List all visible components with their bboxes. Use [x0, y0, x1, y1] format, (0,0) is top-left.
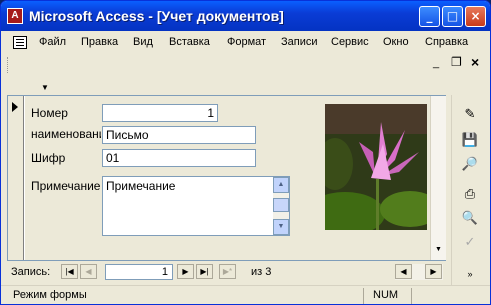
previous-record-icon[interactable]: ◀ [80, 264, 97, 279]
access-app-icon[interactable]: A [7, 8, 23, 24]
number-field[interactable]: 1 [102, 104, 218, 122]
status-separator [363, 288, 364, 304]
form-menu-icon[interactable] [13, 36, 27, 49]
record-selector[interactable] [8, 96, 24, 260]
doc-restore-button[interactable]: ❐ [451, 55, 462, 69]
name-label: наименовани [31, 127, 101, 141]
note-field[interactable]: Примечание ▲ ▼ [102, 176, 290, 236]
current-record-arrow-icon [12, 102, 18, 112]
menu-tools[interactable]: Сервис [331, 36, 369, 48]
menu-file[interactable]: Файл [39, 36, 66, 48]
note-scroll-down-icon[interactable]: ▼ [273, 219, 289, 235]
scroll-left-icon[interactable]: ◀ [395, 264, 412, 279]
minimize-button[interactable]: _ [419, 6, 440, 27]
form-detail: Номер 1 наименовани Письмо Шифр 01 Приме… [25, 96, 430, 260]
access-window: A Microsoft Access - [Учет документов] _… [0, 0, 491, 305]
last-record-icon[interactable]: ▶| [196, 264, 213, 279]
status-separator [411, 288, 412, 304]
close-button[interactable]: × [465, 6, 486, 27]
note-scrollbar[interactable]: ▲ ▼ [273, 177, 289, 235]
menu-window[interactable]: Окно [383, 36, 409, 48]
scroll-right-icon[interactable]: ▶ [425, 264, 442, 279]
window-title: Microsoft Access - [Учет документов] [29, 8, 284, 24]
right-toolbar: ✎ 💾 🔎 ⎙ 🔍 ✓ » [451, 95, 488, 287]
print-icon[interactable]: ⎙ [458, 183, 482, 205]
form-area: Номер 1 наименовани Письмо Шифр 01 Приме… [7, 95, 446, 261]
number-label: Номер [31, 106, 68, 120]
note-text: Примечание [106, 179, 176, 193]
doc-minimize-button[interactable]: _ [433, 57, 439, 69]
save-icon[interactable]: 💾 [458, 129, 482, 151]
record-count-label: из 3 [251, 266, 271, 278]
status-num: NUM [373, 289, 399, 301]
note-scroll-thumb[interactable] [273, 198, 289, 212]
record-label: Запись: [11, 266, 51, 278]
menu-help[interactable]: Справка [425, 36, 468, 48]
title-bar[interactable]: A Microsoft Access - [Учет документов] _… [1, 1, 490, 31]
first-record-icon[interactable]: |◀ [61, 264, 78, 279]
menu-bar: Файл Правка Вид Вставка Формат Записи Се… [5, 33, 488, 53]
form-scroll-down-icon[interactable]: ▼ [435, 246, 442, 253]
doc-close-button[interactable]: × [471, 54, 479, 70]
name-field[interactable]: Письмо [102, 126, 256, 144]
toolbar-row: ▼ _ ❐ × [5, 54, 488, 95]
flower-photo [325, 104, 427, 230]
total-records: 3 [265, 266, 272, 278]
new-record-icon[interactable]: ▶* [219, 264, 236, 279]
menu-insert[interactable]: Вставка [169, 36, 210, 48]
current-record-field[interactable]: 1 [105, 264, 173, 280]
menu-view[interactable]: Вид [133, 36, 153, 48]
code-label: Шифр [31, 151, 66, 165]
note-label: Примечание [31, 179, 101, 193]
more-icon[interactable]: » [458, 263, 482, 285]
next-record-icon[interactable]: ▶ [177, 264, 194, 279]
status-mode: Режим формы [13, 289, 87, 301]
horizontal-scrollbar[interactable]: ◀ ▶ [395, 264, 443, 280]
search-table-icon[interactable]: 🔎 [458, 153, 482, 175]
menu-edit[interactable]: Правка [81, 36, 118, 48]
code-field[interactable]: 01 [102, 149, 256, 167]
form-scrollbar[interactable]: ▼ [430, 96, 446, 260]
maximize-button[interactable]: □ [442, 6, 463, 27]
spelling-icon[interactable]: ✓ [458, 231, 482, 253]
toolbar-grip[interactable] [7, 57, 10, 73]
edit-pencil-icon[interactable]: ✎ [458, 103, 482, 125]
toolbar-options-icon[interactable]: ▼ [41, 83, 49, 92]
of-text: из [251, 266, 263, 278]
print-preview-icon[interactable]: 🔍 [458, 207, 482, 229]
record-navigation-bar: Запись: |◀ ◀ 1 ▶ ▶| ▶* из 3 ◀ ▶ [7, 263, 446, 281]
note-scroll-up-icon[interactable]: ▲ [273, 177, 289, 193]
status-bar: Режим формы NUM [1, 285, 490, 304]
menu-records[interactable]: Записи [281, 36, 318, 48]
menu-format[interactable]: Формат [227, 36, 266, 48]
